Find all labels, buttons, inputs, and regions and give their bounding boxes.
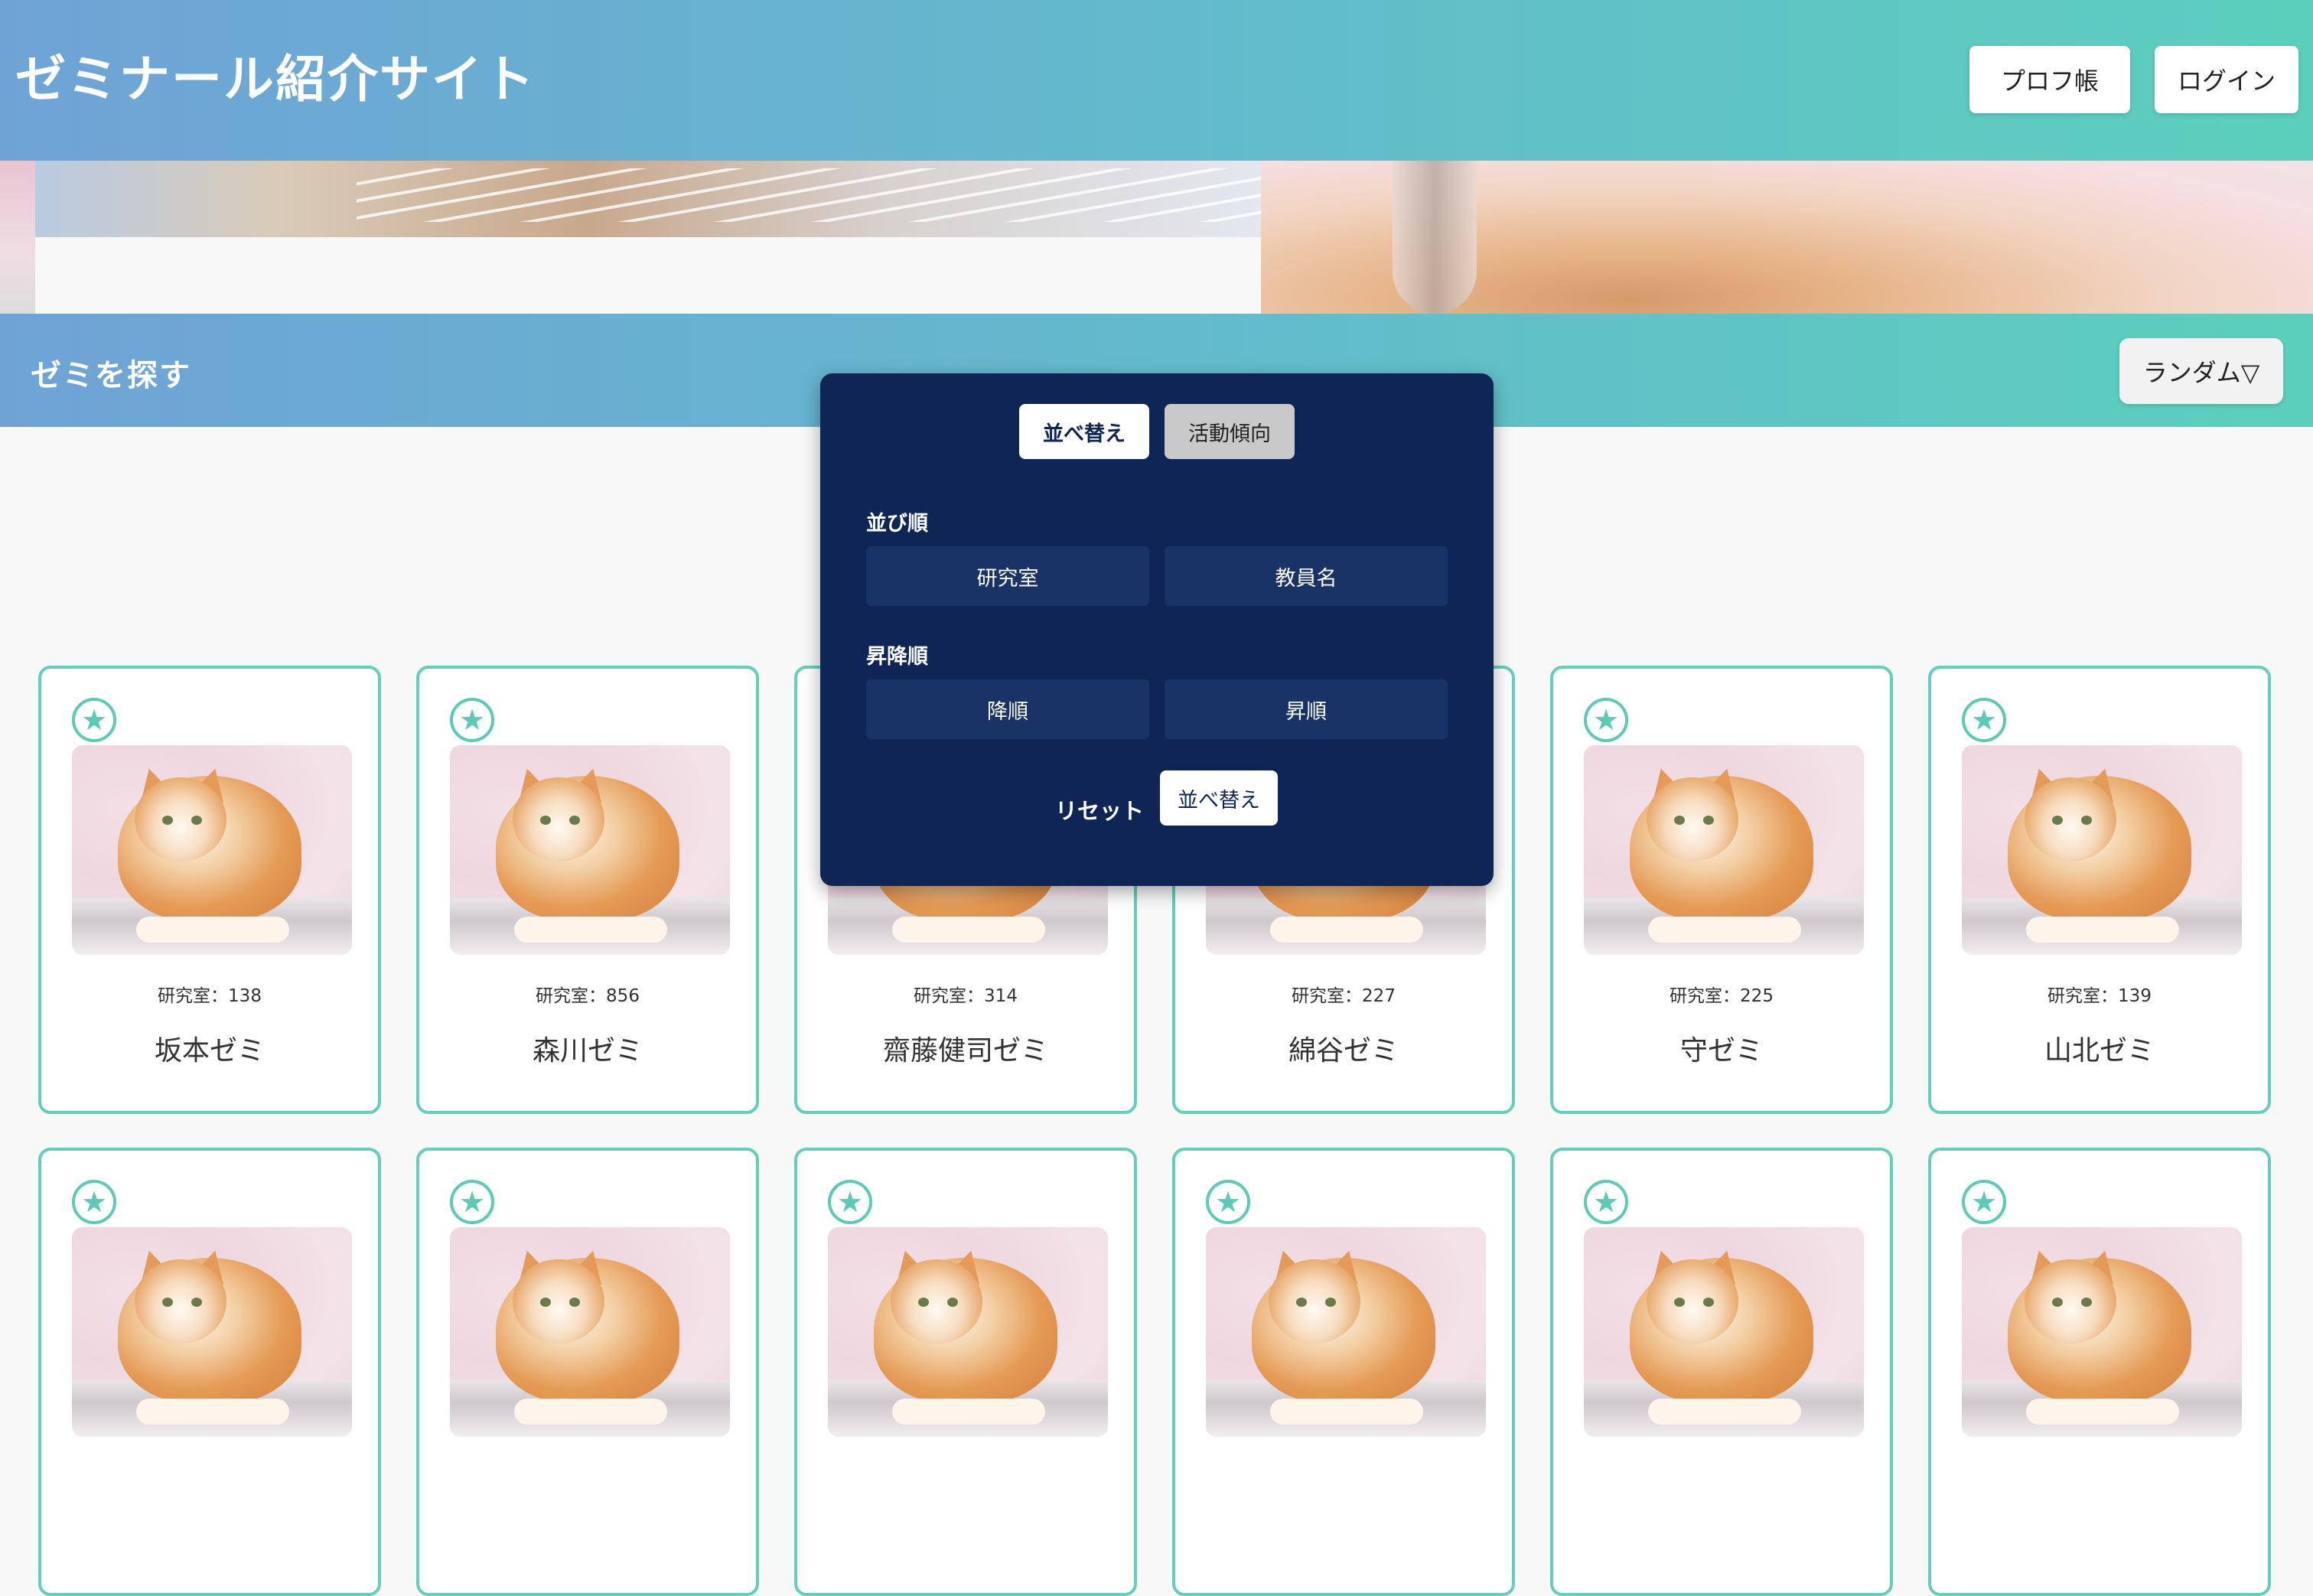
section-title: ゼミを探す — [31, 358, 191, 393]
cat-photo — [1206, 1227, 1486, 1437]
seminar-room: 研究室：227 — [1292, 986, 1396, 1006]
seminar-room: 研究室：138 — [158, 986, 262, 1006]
cat-photo — [1584, 745, 1864, 955]
apply-sort-button[interactable]: 並べ替え — [1160, 770, 1278, 826]
order-option-teacher[interactable]: 教員名 — [1165, 546, 1448, 606]
favorite-star-icon[interactable]: ★ — [1584, 1180, 1628, 1224]
seminar-name: 坂本ゼミ — [154, 1035, 265, 1067]
favorite-star-icon[interactable]: ★ — [828, 1180, 872, 1224]
seminar-name: 山北ゼミ — [2044, 1035, 2155, 1067]
favorite-star-icon[interactable]: ★ — [1206, 1180, 1250, 1224]
sort-mode-button[interactable]: ランダム▽ — [2119, 338, 2283, 404]
seminar-card[interactable]: ★ — [38, 1148, 381, 1596]
site-header: ゼミナール紹介サイト プロフ帳 ログイン — [0, 0, 2313, 161]
tab-sort[interactable]: 並べ替え — [1019, 404, 1149, 459]
site-title[interactable]: ゼミナール紹介サイト — [15, 38, 536, 112]
seminar-card[interactable]: ★ 研究室：138 坂本ゼミ — [38, 666, 381, 1114]
seminar-card[interactable]: ★ 研究室：139 山北ゼミ — [1928, 666, 2271, 1114]
seminar-card[interactable]: ★ — [1172, 1148, 1515, 1596]
cat-photo — [450, 745, 730, 955]
seminar-room: 研究室：856 — [536, 986, 640, 1006]
favorite-star-icon[interactable]: ★ — [450, 698, 494, 742]
favorite-star-icon[interactable]: ★ — [1584, 698, 1628, 742]
cat-photo — [1962, 745, 2242, 955]
seminar-name: 綿谷ゼミ — [1288, 1035, 1399, 1067]
favorite-star-icon[interactable]: ★ — [450, 1180, 494, 1224]
banner-rail — [357, 168, 1296, 222]
cat-photo — [1584, 1227, 1864, 1437]
seminar-room: 研究室：225 — [1670, 986, 1774, 1006]
cat-photo — [828, 1227, 1108, 1437]
seminar-room: 研究室：314 — [914, 986, 1018, 1006]
seminar-card[interactable]: ★ 研究室：225 守ゼミ — [1550, 666, 1893, 1114]
cat-photo — [72, 1227, 352, 1437]
order-option-lab[interactable]: 研究室 — [866, 546, 1149, 606]
cat-photo — [72, 745, 352, 955]
seminar-card[interactable]: ★ — [416, 1148, 759, 1596]
favorite-star-icon[interactable]: ★ — [72, 698, 116, 742]
profile-book-button[interactable]: プロフ帳 — [1969, 46, 2130, 113]
seminar-name: 森川ゼミ — [532, 1035, 643, 1067]
favorite-star-icon[interactable]: ★ — [1962, 698, 2006, 742]
seminar-card[interactable]: ★ — [1928, 1148, 2271, 1596]
seminar-card[interactable]: ★ — [794, 1148, 1137, 1596]
banner-image-edge — [0, 161, 35, 314]
seminar-card[interactable]: ★ — [1550, 1148, 1893, 1596]
seminar-card[interactable]: ★ 研究室：856 森川ゼミ — [416, 666, 759, 1114]
login-button[interactable]: ログイン — [2155, 46, 2298, 113]
favorite-star-icon[interactable]: ★ — [1962, 1180, 2006, 1224]
favorite-star-icon[interactable]: ★ — [72, 1180, 116, 1224]
seminar-room: 研究室：139 — [2047, 986, 2152, 1006]
hero-banner — [0, 161, 2313, 314]
tab-activity-trend[interactable]: 活動傾向 — [1165, 404, 1295, 459]
seminar-name: 齋藤健司ゼミ — [882, 1035, 1048, 1067]
direction-option-asc[interactable]: 昇順 — [1165, 679, 1448, 739]
cat-photo — [1962, 1227, 2242, 1437]
reset-button[interactable]: リセット — [1050, 782, 1149, 837]
order-label: 並び順 — [866, 512, 928, 536]
sort-popover: 並べ替え 活動傾向 並び順 研究室 教員名 昇降順 降順 昇順 リセット 並べ替… — [820, 373, 1494, 886]
direction-option-desc[interactable]: 降順 — [866, 679, 1149, 739]
cat-photo — [450, 1227, 730, 1437]
banner-image-left — [35, 161, 1296, 237]
seminar-name: 守ゼミ — [1679, 1035, 1763, 1067]
banner-bowl-rim — [1393, 161, 1477, 314]
direction-label: 昇降順 — [866, 645, 928, 669]
